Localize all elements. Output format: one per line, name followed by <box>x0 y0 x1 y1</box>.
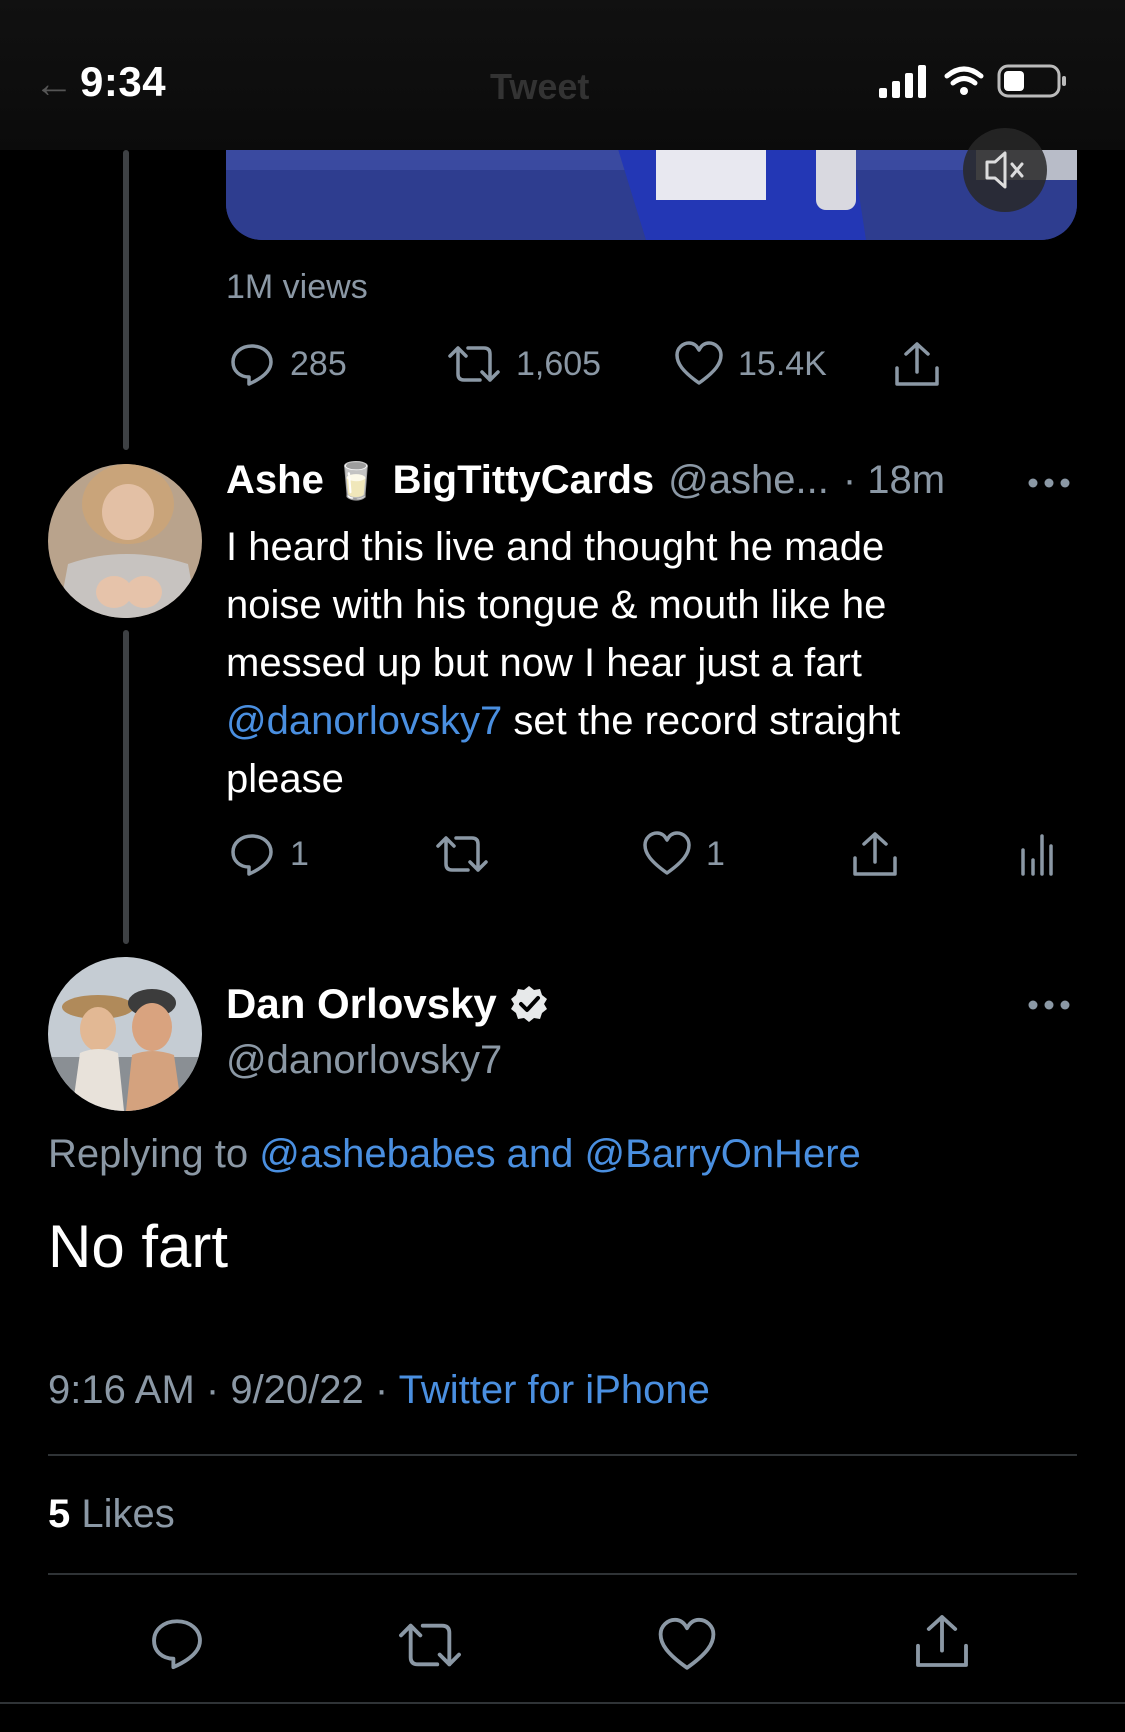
retweet-icon[interactable] <box>396 1616 464 1674</box>
reply-button[interactable]: 1 <box>228 830 434 878</box>
reply-icon <box>231 834 273 876</box>
author-row: Dan Orlovsky <box>226 980 549 1028</box>
replying-to-users-link[interactable]: @ashebabes and @BarryOnHere <box>259 1132 861 1176</box>
mute-button[interactable] <box>963 128 1047 212</box>
heart-icon[interactable] <box>657 1616 717 1674</box>
share-button[interactable] <box>892 340 942 388</box>
share-icon <box>853 832 897 876</box>
reply-count: 285 <box>290 344 347 383</box>
analytics-icon <box>1021 834 1053 876</box>
main-tweet-actions <box>0 1610 1125 1680</box>
heart-icon <box>675 341 723 385</box>
tweet-text: I heard this live and thought he made no… <box>226 518 1026 808</box>
replying-to: Replying to @ashebabes and @BarryOnHere <box>48 1132 861 1177</box>
tweet-text-line: @danorlovsky7 set the record straight <box>226 692 1026 750</box>
timestamp[interactable]: · 18m <box>843 458 945 503</box>
more-options-icon[interactable] <box>1027 477 1071 489</box>
reply-icon[interactable] <box>148 1614 206 1672</box>
likes-summary[interactable]: 5 Likes <box>48 1492 175 1537</box>
reply-tweet-actions: 1 1 <box>228 830 1054 878</box>
verified-badge-icon <box>510 986 547 1022</box>
retweet-icon <box>448 346 500 382</box>
tweet-text-line: please <box>226 757 344 801</box>
retweet-button[interactable]: 1,605 <box>446 340 674 388</box>
likes-label: Likes <box>70 1492 175 1536</box>
like-count: 15.4K <box>738 344 827 383</box>
back-arrow-icon[interactable]: ← <box>34 62 74 107</box>
status-bar: ← 9:34 Tweet <box>0 0 1125 150</box>
thread-line <box>123 150 129 450</box>
reply-button[interactable]: 285 <box>228 340 446 388</box>
tweet-text-line: noise with his tongue & mouth like he <box>226 583 887 627</box>
more-options-icon[interactable] <box>1027 999 1071 1011</box>
divider <box>48 1573 1077 1575</box>
prev-tweet-actions: 285 1,605 15.4K <box>228 340 942 388</box>
status-icons <box>879 62 1089 102</box>
likes-count: 5 <box>48 1492 71 1536</box>
share-icon[interactable] <box>912 1612 972 1670</box>
replying-to-label: Replying to <box>48 1132 260 1176</box>
share-button[interactable] <box>850 830 1018 878</box>
signal-wifi-battery-icon <box>879 64 1066 98</box>
thread-line <box>123 630 129 944</box>
like-button[interactable]: 15.4K <box>674 340 892 388</box>
clock: 9:34 <box>80 58 167 105</box>
milk-emoji: 🥛 <box>333 459 379 501</box>
divider <box>0 1702 1125 1704</box>
display-name-suffix[interactable]: BigTittyCards <box>393 458 655 503</box>
reply-count: 1 <box>290 834 309 873</box>
share-icon <box>895 342 939 386</box>
tweet-header: Ashe 🥛 BigTittyCards @ashe... · 18m <box>226 458 945 503</box>
view-count: 1M views <box>226 268 368 306</box>
display-name[interactable]: Dan Orlovsky <box>226 980 497 1028</box>
tweet-text-line: messed up but now I hear just a fart <box>226 641 862 685</box>
tweet-date: · 9/20/22 · <box>205 1368 389 1412</box>
mention-link[interactable]: @danorlovsky7 <box>226 699 502 743</box>
like-button[interactable]: 1 <box>642 830 850 878</box>
tweet-text-line: I heard this live and thought he made <box>226 525 885 569</box>
handle[interactable]: @ashe... <box>668 458 829 503</box>
heart-icon <box>643 831 691 875</box>
avatar-image <box>48 464 202 618</box>
avatar-image <box>48 957 202 1111</box>
tweet-text-fragment: set the record straight <box>502 699 901 743</box>
main-tweet-text: No fart <box>48 1213 229 1280</box>
retweet-button[interactable] <box>434 830 642 878</box>
handle[interactable]: @danorlovsky7 <box>226 1038 502 1083</box>
page-title: Tweet <box>490 66 590 107</box>
tweet-time: 9:16 AM <box>48 1368 195 1412</box>
reply-icon <box>231 344 273 386</box>
analytics-button[interactable] <box>1018 830 1054 878</box>
tweet-source-link[interactable]: Twitter for iPhone <box>399 1368 710 1412</box>
avatar[interactable] <box>48 464 202 618</box>
retweet-count: 1,605 <box>516 344 602 383</box>
like-count: 1 <box>706 834 725 873</box>
divider <box>48 1454 1077 1456</box>
mute-icon <box>985 151 1024 189</box>
retweet-icon <box>436 836 488 872</box>
tweet-meta: 9:16 AM · 9/20/22 · Twitter for iPhone <box>48 1368 710 1413</box>
avatar[interactable] <box>48 957 202 1111</box>
display-name[interactable]: Ashe <box>226 458 324 503</box>
